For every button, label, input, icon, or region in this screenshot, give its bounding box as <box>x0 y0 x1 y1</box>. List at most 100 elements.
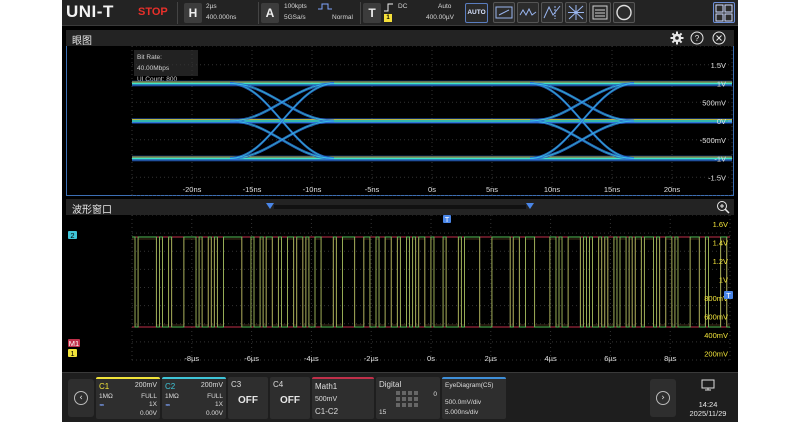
channel-probe: 1X <box>215 401 223 408</box>
y-tick-label: -1V <box>714 155 726 164</box>
acquire-mode-value[interactable]: Normal <box>332 14 353 21</box>
x-tick-label: -6µs <box>244 354 259 363</box>
channel-1-marker-label: 1 <box>70 349 74 358</box>
channel-offset: 0.00V <box>140 410 157 417</box>
eye-transition-trace <box>229 120 335 159</box>
y-tick-label: 1.2V <box>713 257 728 266</box>
y-tick-label: -500mV <box>700 136 726 145</box>
network-icon <box>701 379 715 391</box>
grid-display-icon[interactable] <box>565 2 587 23</box>
zoom-window-bar[interactable] <box>274 205 526 209</box>
digital-card[interactable]: Digital 0 15 <box>376 377 440 419</box>
channel-name: C2 <box>165 382 176 391</box>
toolbar-divider <box>177 2 178 24</box>
trigger-level-marker-label: T <box>726 291 731 300</box>
eye-transition-trace <box>529 119 635 158</box>
waveform-plot: 1.6V1.4V1.2V1V800mV600mV400mV200mV-8µs -6… <box>68 215 733 363</box>
channel-c3-card[interactable]: C3 OFF <box>228 377 268 419</box>
channel-state: OFF <box>238 395 258 406</box>
digital-name: Digital <box>379 380 402 389</box>
eye-transition-trace <box>229 84 335 123</box>
x-tick-label: -4µs <box>304 354 319 363</box>
eye-transition-trace <box>529 120 635 159</box>
channel-probe: 1X <box>149 401 157 408</box>
cursor-icon[interactable] <box>541 2 563 23</box>
prev-page-button[interactable]: ‹ <box>68 379 94 417</box>
trigger-key[interactable]: T <box>363 3 381 23</box>
x-tick-label: 20ns <box>664 185 681 194</box>
channel-name: C1 <box>99 382 110 391</box>
x-tick-label: 8µs <box>664 354 676 363</box>
sample-rate-value[interactable]: 5GSa/s <box>284 14 306 21</box>
eye-diagram-title: 眼图 <box>72 36 92 47</box>
timebase-value[interactable]: 2µs <box>206 3 217 10</box>
window-right-marker-icon[interactable] <box>526 203 534 209</box>
eye-diagram-card[interactable]: EyeDiagram(C5) 500.0mV/div 5.000ns/div <box>442 377 506 419</box>
trigger-source-badge: 1 <box>384 14 392 22</box>
clock-area[interactable]: 14:24 2025/11/29 <box>680 377 736 419</box>
channel-bandwidth: FULL <box>141 393 157 400</box>
channel-c2-card[interactable]: C2 200mV 1MΩ FULL ≂ 1X 0.00V <box>162 377 226 419</box>
y-tick-label: 1.4V <box>713 239 728 248</box>
y-tick-label: 200mV <box>704 350 728 359</box>
rising-edge-icon <box>384 3 393 12</box>
trigger-level-value[interactable]: 400.00µV <box>426 14 454 21</box>
multi-window-icon[interactable] <box>713 2 735 23</box>
brand-logo: UNI-T <box>66 2 114 21</box>
x-tick-label: -15ns <box>243 185 262 194</box>
horizontal-key[interactable]: H <box>184 3 202 23</box>
math-scale: 500mV <box>315 396 338 403</box>
channel-name: C3 <box>231 380 242 389</box>
toolbar-divider <box>360 2 361 24</box>
digital-value: 0 <box>433 391 437 398</box>
x-tick-label: 15ns <box>604 185 621 194</box>
list-icon[interactable] <box>589 2 611 23</box>
x-tick-label: 6µs <box>604 354 616 363</box>
channel-c1-card[interactable]: C1 200mV 1MΩ FULL ≂ 1X 0.00V <box>96 377 160 419</box>
eye-diagram-name: EyeDiagram(C5) <box>445 382 494 389</box>
x-tick-label: 10ns <box>544 185 561 194</box>
x-tick-label: 4µs <box>544 354 556 363</box>
help-icon[interactable]: ? <box>690 31 704 45</box>
digital-index: 15 <box>379 409 387 416</box>
acquire-key[interactable]: A <box>261 3 279 23</box>
search-icon[interactable] <box>613 2 635 23</box>
toolbar-divider <box>258 2 259 24</box>
next-page-button[interactable]: › <box>650 379 676 417</box>
trigger-sweep-value[interactable]: Auto <box>438 3 451 10</box>
channel-2-marker-label: 2 <box>70 231 74 240</box>
x-tick-label: -20ns <box>183 185 202 194</box>
channel-impedance: 1MΩ <box>165 393 179 400</box>
eye-transition-trace <box>229 83 335 122</box>
x-tick-label: -8µs <box>184 354 199 363</box>
settings-gear-icon[interactable] <box>670 31 684 45</box>
memory-depth-value[interactable]: 100kpts <box>284 3 307 10</box>
waveform-title: 波形窗口 <box>72 205 112 216</box>
clock-date: 2025/11/29 <box>689 409 727 418</box>
waveform-title-bar: 波形窗口 <box>66 199 734 216</box>
channel-name: C4 <box>273 380 284 389</box>
measure-icon[interactable] <box>493 2 515 23</box>
horizontal-delay-value[interactable]: 400.000ns <box>206 14 236 21</box>
close-icon[interactable] <box>712 31 726 45</box>
bottom-status-bar: ‹ C1 200mV 1MΩ FULL ≂ 1X 0.00V C2 200mV … <box>62 372 738 422</box>
trigger-position-marker-label: T <box>445 215 450 224</box>
zoom-icon[interactable] <box>716 200 730 214</box>
eye-transition-trace <box>529 83 635 122</box>
clock-time: 14:24 <box>698 400 718 409</box>
svg-text:?: ? <box>695 34 700 43</box>
math-expression: C1-C2 <box>315 407 339 416</box>
channel-state: OFF <box>280 395 300 406</box>
window-left-marker-icon[interactable] <box>266 203 274 209</box>
math1-card[interactable]: Math1 500mV C1-C2 <box>312 377 374 419</box>
oscilloscope-screen: UNI-T STOP H 2µs 400.000ns A 100kpts 5GS… <box>62 0 738 422</box>
run-stop-status[interactable]: STOP <box>138 6 168 18</box>
channel-bandwidth: FULL <box>207 393 223 400</box>
trigger-coupling-value[interactable]: DC <box>398 3 407 10</box>
math-fft-icon[interactable] <box>517 2 539 23</box>
auto-button[interactable]: AUTO <box>465 3 488 23</box>
y-tick-label: 1.6V <box>713 220 728 229</box>
channel-offset: 0.00V <box>206 410 223 417</box>
x-tick-label: 0s <box>427 354 435 363</box>
channel-c4-card[interactable]: C4 OFF <box>270 377 310 419</box>
